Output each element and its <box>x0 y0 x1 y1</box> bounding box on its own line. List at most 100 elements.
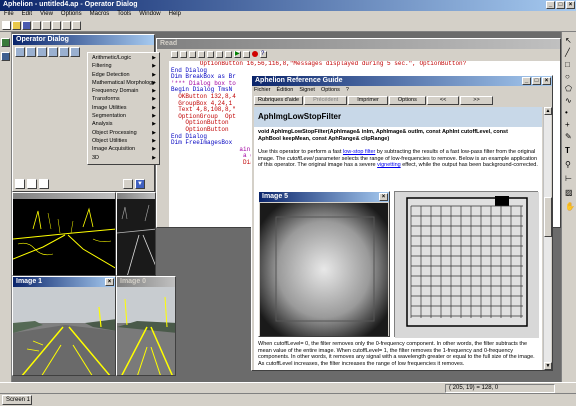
help-back-button[interactable]: Précédent <box>304 96 348 105</box>
operator-category-item[interactable]: Image Utilities ▶ <box>88 104 159 112</box>
low-stop-filter-link[interactable]: low-stop filter <box>343 149 375 155</box>
operator-category-item[interactable]: Mathematical Morphology ▶ <box>88 79 159 87</box>
play-icon[interactable] <box>15 178 25 189</box>
scroll-down-icon[interactable]: ▼ <box>544 362 552 370</box>
operator-list-icon[interactable] <box>123 178 133 189</box>
operator-category-item[interactable]: Edge Detection ▶ <box>88 71 159 79</box>
help-menu-edition[interactable]: Édition <box>277 87 294 95</box>
camera-icon[interactable] <box>1 52 10 61</box>
operator-category-item[interactable]: Arithmetic/Logic ▶ <box>88 54 159 62</box>
save-icon[interactable] <box>22 21 31 30</box>
cut-macro-icon[interactable] <box>198 50 205 58</box>
menu-macros[interactable]: Macros <box>90 11 110 20</box>
menu-tools[interactable]: Tools <box>117 11 131 20</box>
help-print-button[interactable]: Imprimer <box>348 96 388 105</box>
print-icon[interactable] <box>62 21 71 30</box>
operator-category-item[interactable]: 3D ▶ <box>88 154 159 162</box>
close-icon[interactable]: × <box>566 1 575 9</box>
operator-category-item[interactable]: Object Processing ▶ <box>88 129 159 137</box>
image1-close-icon[interactable]: × <box>105 278 114 286</box>
menu-help[interactable]: Help <box>169 11 181 20</box>
pencil-tool-icon[interactable]: ✎ <box>565 132 572 141</box>
image1-window: Image 1 × <box>12 276 116 376</box>
operator-dropdown-icon[interactable]: ▼ <box>135 178 145 189</box>
help-icon[interactable] <box>72 21 81 30</box>
polygon-tool-icon[interactable]: ⬠ <box>565 84 572 93</box>
operator-category-item[interactable]: Analysis ▶ <box>88 120 159 128</box>
help-options-button[interactable]: Options <box>388 96 426 105</box>
operator-category-item[interactable]: Image Acquisition ▶ <box>88 145 159 153</box>
screen-tab[interactable]: Screen 1 <box>2 395 32 405</box>
help-image5-close-icon[interactable]: × <box>379 193 388 201</box>
open-folder-icon[interactable] <box>12 21 21 30</box>
record-icon[interactable] <box>27 178 37 189</box>
freehand-tool-icon[interactable]: ∿ <box>565 96 572 105</box>
help-maximize-icon[interactable]: □ <box>532 77 541 85</box>
help-scrollbar[interactable]: ▲ ▼ <box>543 107 552 370</box>
help-menu-options[interactable]: Options <box>321 87 340 95</box>
help-titlebar: Aphelion Reference Guide _ □ × <box>252 76 552 86</box>
edge-image-1[interactable] <box>13 199 116 276</box>
stop-icon[interactable] <box>252 51 258 57</box>
menu-window[interactable]: Window <box>139 11 160 20</box>
maximize-icon[interactable]: □ <box>556 1 565 9</box>
step-icon[interactable] <box>39 178 49 189</box>
copy-icon[interactable] <box>42 21 51 30</box>
menu-view[interactable]: View <box>40 11 53 20</box>
rect-tool-icon[interactable]: □ <box>565 60 570 69</box>
operator-help-icon[interactable] <box>59 47 69 57</box>
open-macro-icon[interactable] <box>180 50 187 58</box>
paste-icon[interactable] <box>52 21 61 30</box>
measure-tool-icon[interactable]: ⊢ <box>565 174 572 183</box>
vignetting-link[interactable]: vignetting <box>377 162 401 168</box>
fill-tool-icon[interactable]: ▨ <box>565 188 573 197</box>
point-tool-icon[interactable]: • <box>565 108 568 117</box>
zoom-tool-icon[interactable]: ⚲ <box>565 160 571 169</box>
edge-image-2[interactable] <box>117 199 156 276</box>
menu-bar: File Edit View Options Macros Tools Wind… <box>0 11 576 20</box>
text-tool-icon[interactable]: T <box>565 146 570 155</box>
operator-category-item[interactable]: Frequency Domain ▶ <box>88 87 159 95</box>
pointer-icon[interactable]: ↖ <box>565 36 572 45</box>
operator-settings-icon[interactable] <box>70 47 80 57</box>
operator-category-item[interactable]: Object Utilities ▶ <box>88 137 159 145</box>
image1-view[interactable] <box>13 287 116 376</box>
pause-icon[interactable] <box>243 50 250 58</box>
image0-view[interactable] <box>117 287 176 376</box>
hand-tool-icon[interactable]: ✋ <box>565 202 575 211</box>
paste-macro-icon[interactable] <box>216 50 223 58</box>
operator-grid-icon[interactable] <box>15 47 25 57</box>
menu-file[interactable]: File <box>4 11 14 20</box>
cut-icon[interactable] <box>32 21 41 30</box>
operator-category-item[interactable]: Transforms ▶ <box>88 95 159 103</box>
menu-edit[interactable]: Edit <box>22 11 32 20</box>
operator-macro-icon[interactable] <box>48 47 58 57</box>
scroll-thumb[interactable] <box>544 197 552 237</box>
help-menu-question[interactable]: ? <box>346 87 349 95</box>
operator-image-icon[interactable] <box>26 47 36 57</box>
run-icon[interactable]: ▶ <box>234 50 241 58</box>
help-topics-button[interactable]: Rubriques d'aide <box>254 96 304 105</box>
macro-help-icon[interactable]: ? <box>260 50 267 58</box>
find-icon[interactable] <box>225 50 232 58</box>
help-close-icon[interactable]: × <box>542 77 551 85</box>
help-prev-button[interactable]: << <box>426 96 460 105</box>
new-macro-icon[interactable] <box>171 50 178 58</box>
menu-options[interactable]: Options <box>61 11 82 20</box>
help-next-button[interactable]: >> <box>460 96 493 105</box>
operator-category-item[interactable]: Segmentation ▶ <box>88 112 159 120</box>
minimize-icon[interactable]: _ <box>546 1 555 9</box>
cross-tool-icon[interactable]: + <box>565 120 570 129</box>
copy-macro-icon[interactable] <box>207 50 214 58</box>
scroll-up-icon[interactable]: ▲ <box>544 107 552 115</box>
operator-category-item[interactable]: Filtering ▶ <box>88 62 159 70</box>
save-macro-icon[interactable] <box>189 50 196 58</box>
help-minimize-icon[interactable]: _ <box>522 77 531 85</box>
help-menu-fichier[interactable]: Fichier <box>254 87 271 95</box>
grid-icon[interactable] <box>1 38 10 47</box>
new-file-icon[interactable] <box>2 21 11 30</box>
help-menu-signet[interactable]: Signet <box>299 87 315 95</box>
operator-apply-icon[interactable] <box>37 47 47 57</box>
ellipse-tool-icon[interactable]: ○ <box>565 72 570 81</box>
line-tool-icon[interactable]: ╱ <box>565 48 570 57</box>
